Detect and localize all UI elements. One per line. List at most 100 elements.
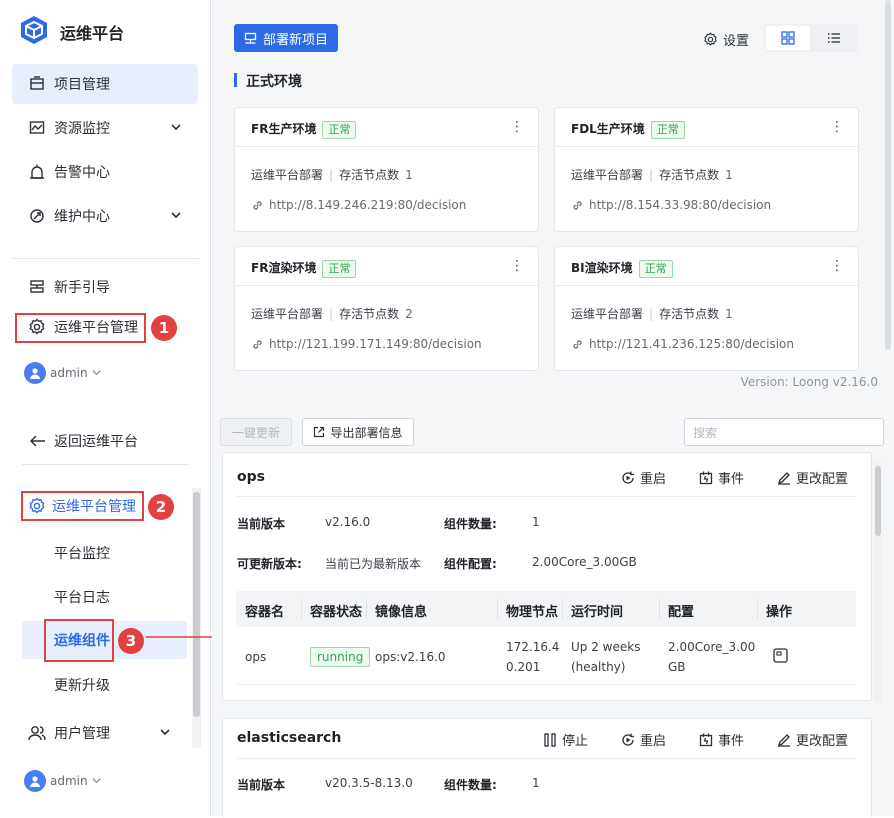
url-text: http://8.149.246.219:80/decision [269, 198, 467, 212]
nav-user-management[interactable]: 用户管理 [12, 713, 187, 753]
divider [555, 285, 858, 286]
divider [236, 684, 856, 685]
nav-resource-monitor[interactable]: 资源监控 [12, 108, 198, 148]
list-view-button[interactable] [812, 26, 856, 50]
more-icon[interactable]: ⋮ [510, 119, 524, 135]
action-label: 更改配置 [796, 734, 849, 749]
divider [236, 758, 856, 759]
link-icon [253, 200, 262, 210]
column-header: 操作 [766, 605, 793, 620]
nodes-label: 存活节点数 [339, 168, 400, 182]
kv-value: v20.3.5-8.13.0 [325, 776, 413, 790]
stop-button[interactable]: 停止 [543, 730, 588, 749]
kv-key: 组件数量: [444, 778, 497, 792]
project-icon [28, 75, 46, 93]
component-name: elasticsearch [237, 730, 342, 746]
more-icon[interactable]: ⋮ [510, 258, 524, 274]
settings-button[interactable]: 设置 [703, 30, 749, 49]
subnav-platform-log[interactable]: 平台日志 [22, 578, 187, 616]
nav-label: 用户管理 [54, 726, 110, 742]
restart-button[interactable]: 重启 [621, 468, 666, 487]
kv-value: 1 [532, 776, 540, 790]
user-icon [30, 368, 40, 379]
avatar[interactable] [24, 362, 46, 384]
scrollbar[interactable] [193, 492, 200, 717]
environment-card[interactable]: FDL生产环境 正常 ⋮ 运维平台部署 | 存活节点数 1 http://8.154.3… [554, 107, 859, 232]
nav-label: 告警中心 [54, 165, 110, 181]
deploy-new-project-button[interactable]: 部署新项目 [234, 24, 338, 52]
action-label: 重启 [640, 472, 667, 487]
column-header: 容器名 [245, 605, 285, 620]
back-label: 返回运维平台 [54, 434, 138, 450]
more-icon[interactable]: ⋮ [830, 258, 844, 274]
events-button[interactable]: 事件 [699, 730, 744, 749]
card-title-text: FR渲染环境 [251, 261, 317, 275]
search-input[interactable]: 搜索 [684, 418, 884, 446]
cell-container-name: ops [245, 650, 267, 664]
column-header: 容器状态 [310, 605, 363, 620]
kv-value: v2.16.0 [325, 515, 371, 529]
more-icon[interactable]: ⋮ [830, 119, 844, 135]
card-url[interactable]: http://8.149.246.219:80/decision [251, 198, 466, 212]
export-deploy-info-button[interactable]: 导出部署信息 [302, 418, 414, 446]
list-icon [828, 33, 840, 43]
card-url[interactable]: http://8.154.33.98:80/decision [571, 198, 771, 212]
top-screenshot: 运维平台 项目管理 资源监控 告警中心 维护中心 新手引导 运维平台管理 1 a… [0, 0, 894, 408]
restart-icon [622, 733, 634, 746]
current-version: 当前版本 [237, 776, 285, 793]
column-header: 物理节点 [506, 605, 559, 620]
subnav-update-upgrade[interactable]: 更新升级 [22, 666, 187, 704]
view-toggle [764, 24, 858, 52]
card-title: FR渲染环境 正常 [251, 259, 357, 278]
nav-project-management[interactable]: 项目管理 [12, 64, 198, 104]
nav-beginner-guide[interactable]: 新手引导 [12, 267, 198, 307]
card-url[interactable]: http://121.41.236.125:80/decision [571, 337, 794, 351]
annotation-box [44, 619, 114, 662]
card-info: 运维平台部署 | 存活节点数 2 [251, 307, 413, 321]
component-count-value: 1 [532, 776, 540, 790]
nav-label: 资源监控 [54, 121, 110, 137]
nav-maintenance-center[interactable]: 维护中心 [12, 196, 198, 236]
change-config-button[interactable]: 更改配置 [777, 730, 848, 749]
kv-key: 组件数量: [444, 517, 497, 531]
action-label: 事件 [718, 472, 745, 487]
subnav-platform-monitor[interactable]: 平台监控 [22, 534, 187, 572]
settings-label: 设置 [723, 34, 750, 49]
scrollbar[interactable] [885, 0, 891, 350]
maintenance-icon [28, 207, 46, 225]
terminal-icon[interactable] [773, 648, 788, 663]
nav-alarm-center[interactable]: 告警中心 [12, 152, 198, 192]
scrollbar[interactable] [875, 466, 881, 536]
update-all-button[interactable]: 一键更新 [220, 418, 292, 446]
environment-card[interactable]: FR渲染环境 正常 ⋮ 运维平台部署 | 存活节点数 2 http://121.199.… [234, 246, 539, 371]
annotation-marker: 1 [151, 315, 177, 341]
deploy-type: 运维平台部署 [571, 168, 644, 182]
bottom-screenshot: 返回运维平台 运维平台管理 2 平台监控 平台日志 运维组件 3 更新升级 用户… [0, 408, 894, 818]
environment-card[interactable]: BI渲染环境 正常 ⋮ 运维平台部署 | 存活节点数 1 http://121.41.2… [554, 246, 859, 371]
cell-image: ops:v2.16.0 [375, 650, 446, 664]
column-divider [659, 599, 660, 619]
restart-button[interactable]: 重启 [621, 730, 666, 749]
card-url[interactable]: http://121.199.171.149:80/decision [251, 337, 482, 351]
grid-view-button[interactable] [766, 26, 810, 50]
component-count: 组件数量: [444, 776, 497, 793]
chevron-down-icon[interactable] [91, 775, 102, 786]
alarm-icon [28, 163, 46, 181]
environment-card[interactable]: FR生产环境 正常 ⋮ 运维平台部署 | 存活节点数 1 http://8.149.24… [234, 107, 539, 232]
back-to-platform[interactable]: 返回运维平台 [30, 431, 138, 451]
status-badge: 正常 [650, 120, 685, 139]
card-title-text: FR生产环境 [251, 122, 317, 136]
divider [555, 146, 858, 147]
nodes-label: 存活节点数 [339, 307, 400, 321]
avatar[interactable] [24, 770, 46, 792]
user-name[interactable]: admin [50, 774, 88, 788]
user-name[interactable]: admin [50, 366, 88, 380]
cell-config-line1: 2.00Core_3.00 [668, 640, 756, 654]
change-config-button[interactable]: 更改配置 [777, 468, 848, 487]
card-title-text: BI渲染环境 [571, 261, 633, 275]
component-name: ops [237, 469, 265, 485]
events-button[interactable]: 事件 [699, 468, 744, 487]
chevron-down-icon[interactable] [91, 367, 102, 378]
annotation-box [15, 313, 146, 343]
card-title: BI渲染环境 正常 [571, 259, 673, 278]
